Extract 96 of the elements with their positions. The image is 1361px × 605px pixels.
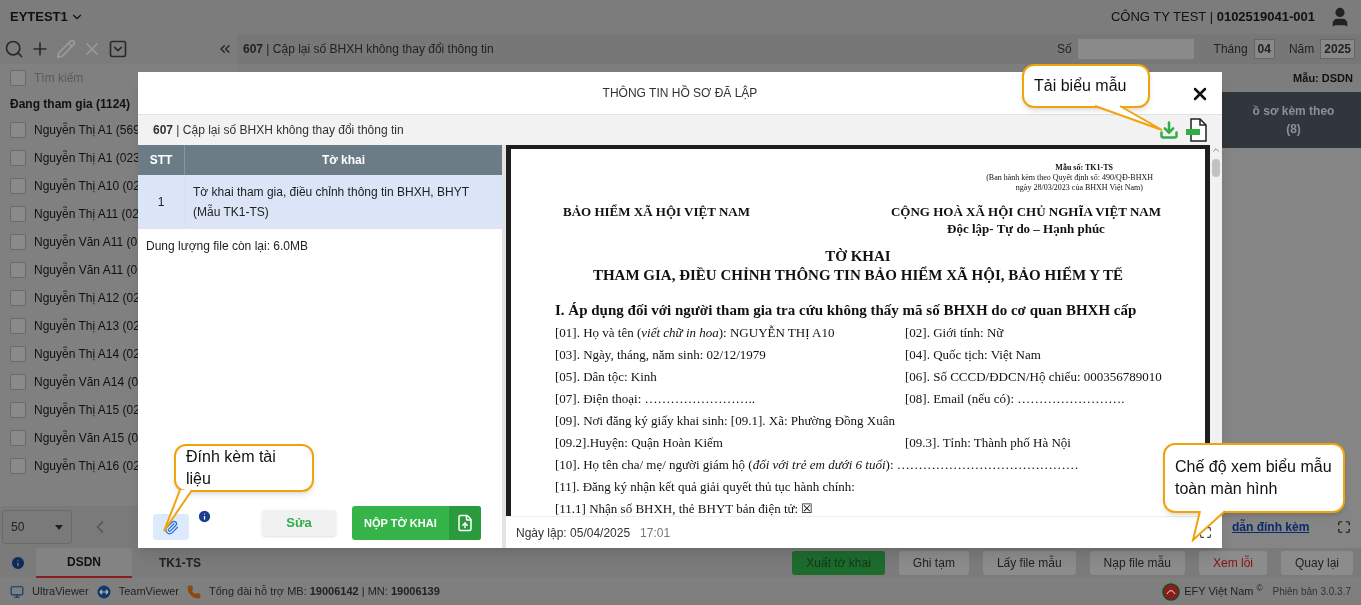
action-button[interactable]: Quay lại	[1280, 551, 1353, 575]
form-field: [05]. Dân tộc: Kinh	[555, 366, 905, 387]
caret-icon	[55, 524, 63, 530]
paperclip-icon	[163, 519, 179, 535]
year-field[interactable]: 2025	[1320, 39, 1355, 59]
employee-name[interactable]: Nguyễn Văn A11 (0	[34, 261, 138, 279]
issue-note: ngày 28/03/2023 của BHXH Việt Nam)	[1015, 183, 1143, 193]
edit-button[interactable]: Sửa	[262, 510, 336, 536]
agency-name: BẢO HIỂM XÃ HỘI VIỆT NAM	[563, 203, 750, 220]
motto: Độc lập- Tự do – Hạnh phúc	[947, 220, 1105, 237]
scrollbar-thumb[interactable]	[1212, 159, 1220, 177]
column-header: Tờ khai	[320, 152, 367, 169]
row-checkbox[interactable]	[10, 262, 26, 278]
section-heading: I. Áp dụng đối với người tham gia tra cứu không thấy mã số BHXH do cơ quan BHXH cấp	[555, 301, 1138, 320]
form-field: [06]. Số CCCD/ĐDCN/Hộ chiếu: 000356789010	[905, 366, 1162, 387]
dialog-subtitle: 607 | Cập lại số BHXH không thay đổi thông tin	[153, 122, 404, 139]
row-checkbox[interactable]	[10, 374, 26, 390]
fullscreen-icon[interactable]	[1337, 520, 1351, 534]
row-checkbox[interactable]	[10, 206, 26, 222]
row-checkbox[interactable]	[10, 290, 26, 306]
row-checkbox[interactable]	[10, 346, 26, 362]
row-checkbox[interactable]	[10, 122, 26, 138]
form-field: [02]. Giới tính: Nữ	[905, 322, 1004, 343]
select-all-checkbox[interactable]	[10, 70, 26, 86]
number-label: Số	[1056, 41, 1072, 58]
form-field: [09.2].Huyện: Quận Hoàn Kiếm	[555, 432, 905, 453]
dropdown-icon[interactable]	[108, 39, 128, 59]
search-icon[interactable]	[4, 39, 24, 59]
form-number: Mẫu số: TK1-TS	[1055, 163, 1113, 173]
row-checkbox[interactable]	[10, 178, 26, 194]
document-title: TỜ KHAI	[825, 247, 891, 266]
company-logo	[1162, 582, 1181, 601]
remote-arrows-icon[interactable]	[96, 584, 111, 599]
file-quota-text: Dung lượng file còn lại: 6.0MB	[145, 238, 309, 255]
version-text: Phiên bản 3.0.3.7	[1272, 585, 1351, 599]
record-title: 607 | Cập lại số BHXH không thay đổi thông tin	[243, 41, 494, 58]
row-checkbox[interactable]	[10, 430, 26, 446]
guide-link[interactable]: dẫn đính kèm	[1232, 518, 1310, 536]
row-checkbox[interactable]	[10, 318, 26, 334]
hotline-text: Tổng đài hỗ trợ MB: 19006142 | MN: 19006139	[209, 584, 440, 600]
callout: Đính kèm tài liệu	[174, 444, 314, 492]
year-label: Năm	[1288, 41, 1315, 58]
declaration-row[interactable]: 1 Tờ khai tham gia, điều chỉnh thông tin BHXH, BHYT (Mẫu TK1-TS)	[138, 175, 502, 229]
account-selector[interactable]: EYTEST1	[10, 7, 84, 27]
action-button[interactable]: Ghi tạm	[898, 551, 969, 575]
month-label: Tháng	[1213, 41, 1248, 58]
table-cell: 1	[138, 175, 185, 228]
form-field: [07]. Điện thoại: ……………………..	[555, 388, 905, 409]
month-field[interactable]: 04	[1253, 39, 1275, 59]
attachments-count: (8)	[1286, 121, 1301, 138]
employee-name[interactable]: Nguyễn Văn A14 (0	[34, 373, 139, 391]
scroll-up-icon[interactable]	[1211, 145, 1221, 155]
remote-tool-label[interactable]: TeamViewer	[118, 583, 179, 600]
row-checkbox[interactable]	[10, 402, 26, 418]
attachments-label: ồ sơ kèm theo	[1252, 103, 1335, 120]
form-field: [01]. Họ và tên (viết chữ in hoa): NGUYỄN THỊ A10	[555, 322, 905, 343]
submit-button[interactable]: NỘP TỜ KHAI	[352, 506, 481, 540]
row-checkbox[interactable]	[10, 234, 26, 250]
issue-note: (Ban hành kèm theo Quyết định số: 490/QĐ-BHXH	[986, 173, 1153, 183]
form-field: [10]. Họ tên cha/ mẹ/ người giám hộ (đối với trẻ em dưới 6 tuổi): ……………………………………	[555, 454, 1079, 475]
sidebar-tab[interactable]: DSDN	[36, 548, 132, 578]
phone-icon	[187, 584, 201, 599]
group-heading: Đang tham gia (1124)	[9, 96, 132, 113]
fullscreen-icon[interactable]	[1199, 526, 1212, 539]
callout-tail	[160, 488, 194, 534]
sidebar-tab[interactable]: TK1-TS	[132, 548, 228, 578]
form-field: [11.1] Nhận số BHXH, thẻ BHYT bản điện tử: ☒	[555, 498, 814, 516]
brand-name: EFY Việt Nam $^{©}$	[1184, 583, 1263, 600]
action-button[interactable]: Lấy file mẫu	[982, 551, 1076, 575]
file-upload-icon	[455, 514, 474, 532]
action-button[interactable]: Nạp file mẫu	[1089, 551, 1185, 575]
row-checkbox[interactable]	[10, 458, 26, 474]
page-size-select[interactable]: 50	[2, 510, 72, 544]
employee-name[interactable]: Nguyễn Văn A15 (0	[34, 429, 139, 447]
action-button[interactable]: Xem lỗi	[1198, 551, 1267, 575]
download-icon[interactable]	[1159, 120, 1179, 140]
form-field: [08]. Email (nếu có): …………………….	[905, 388, 1125, 409]
monitor-icon[interactable]	[10, 584, 24, 599]
nation-name: CỘNG HOÀ XÃ HỘI CHỦ NGHĨA VIỆT NAM	[890, 203, 1161, 220]
form-field: [09]. Nơi đăng ký giấy khai sinh: [09.1]. Xã: Phường Đồng Xuân	[555, 410, 895, 431]
table-cell-text: Tờ khai tham gia, điều chỉnh thông tin BHXH, BHYT (Mẫu TK1-TS)	[192, 183, 470, 221]
form-field: [09.3]. Tỉnh: Thành phố Hà Nội	[905, 432, 1071, 453]
document-subtitle: THAM GIA, ĐIỀU CHỈNH THÔNG TIN BẢO HIỂM XÃ HỘI, BẢO HIỂM Y TẾ	[592, 266, 1124, 285]
company-info: CÔNG TY TEST | 0102519041-001	[1110, 8, 1315, 27]
created-time: 17:01	[640, 524, 671, 542]
template-label: Mẫu: DSDN	[1293, 70, 1353, 86]
form-field: [03]. Ngày, tháng, năm sinh: 02/12/1979	[555, 344, 905, 365]
attach-button[interactable]	[153, 514, 189, 540]
remote-tool-label[interactable]: UltraViewer	[32, 583, 89, 600]
form-field: [11]. Đăng ký nhận kết quả giải quyết thủ tục hành chính:	[555, 476, 855, 497]
dialog-title: THÔNG TIN HỒ SƠ ĐÃ LẬP	[602, 84, 758, 102]
employee-name[interactable]: Nguyễn Văn A11 (0	[34, 233, 138, 251]
form-field: [04]. Quốc tịch: Việt Nam	[905, 344, 1041, 365]
employee-name[interactable]: Nguyễn Thị A11 (02	[34, 205, 139, 223]
created-date: Ngày lập: 05/04/2025	[516, 524, 631, 542]
row-checkbox[interactable]	[10, 150, 26, 166]
